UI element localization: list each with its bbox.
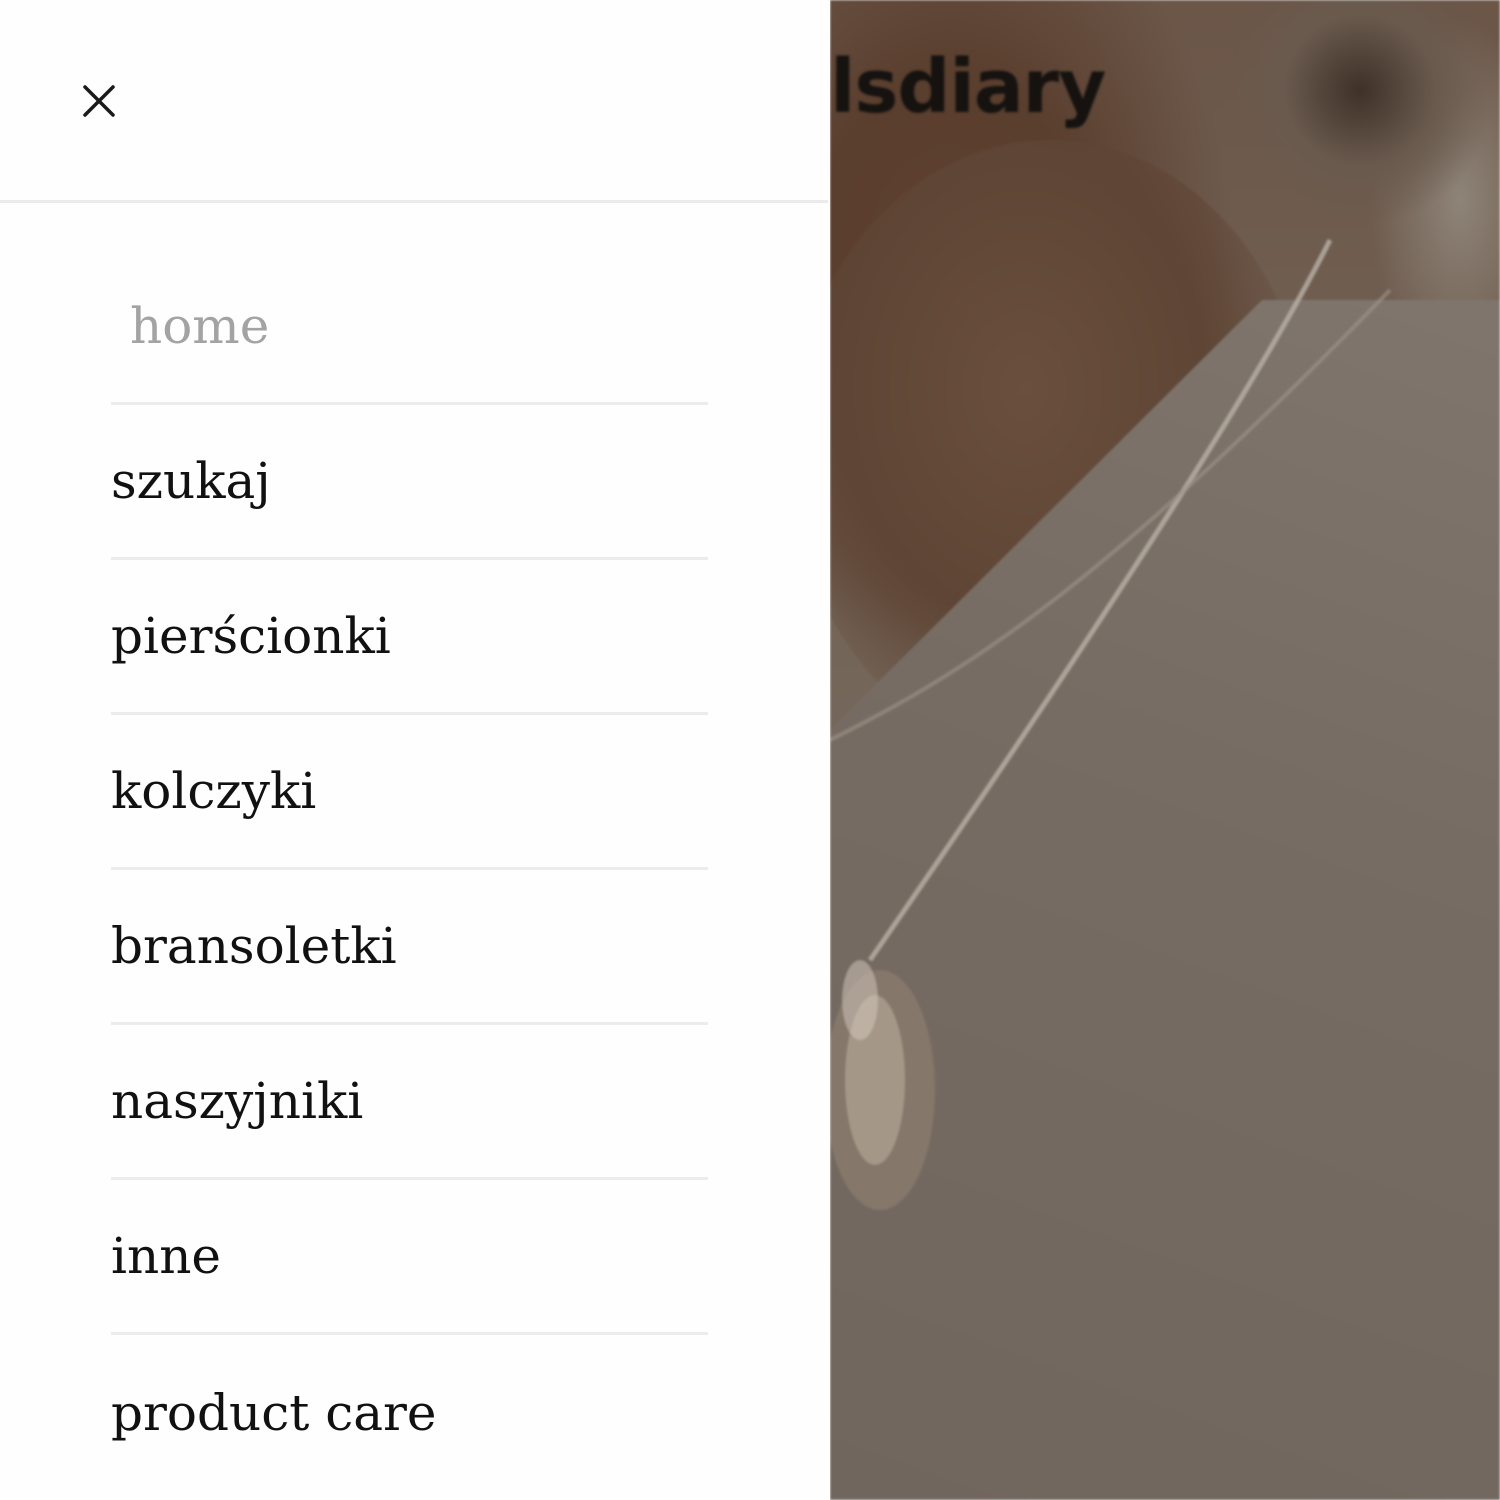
nav-item-pierscionki[interactable]: pierścionki xyxy=(111,560,708,715)
necklace-illustration xyxy=(830,238,1392,1210)
close-icon xyxy=(83,85,115,117)
nav-item-label: bransoletki xyxy=(111,917,397,975)
nav-item-label: pierścionki xyxy=(111,607,391,665)
nav-item-label: kolczyki xyxy=(111,762,317,820)
nav-item-naszyjniki[interactable]: naszyjniki xyxy=(111,1025,708,1180)
nav-item-label: szukaj xyxy=(111,452,271,510)
drawer-header xyxy=(0,0,828,203)
nav-item-label: product care xyxy=(111,1383,437,1442)
close-button[interactable] xyxy=(70,72,128,130)
nav-item-bransoletki[interactable]: bransoletki xyxy=(111,870,708,1025)
nav-item-szukaj[interactable]: szukaj xyxy=(111,405,708,560)
nav-item-home[interactable]: home xyxy=(111,250,708,405)
drawer-nav-list: home szukaj pierścionki kolczyki bransol… xyxy=(111,250,708,1490)
hero-image[interactable] xyxy=(830,0,1500,1500)
nav-item-label: home xyxy=(130,297,270,355)
nav-item-label: inne xyxy=(111,1227,221,1285)
nav-item-inne[interactable]: inne xyxy=(111,1180,708,1335)
page: lsdiary home szukaj pierścionki kolczyki xyxy=(0,0,1500,1500)
nav-item-label: naszyjniki xyxy=(111,1072,364,1130)
nav-item-kolczyki[interactable]: kolczyki xyxy=(111,715,708,870)
nav-item-product-care[interactable]: product care xyxy=(111,1335,708,1490)
background-brand-text: lsdiary xyxy=(830,44,1106,130)
navigation-drawer: home szukaj pierścionki kolczyki bransol… xyxy=(0,0,830,1500)
